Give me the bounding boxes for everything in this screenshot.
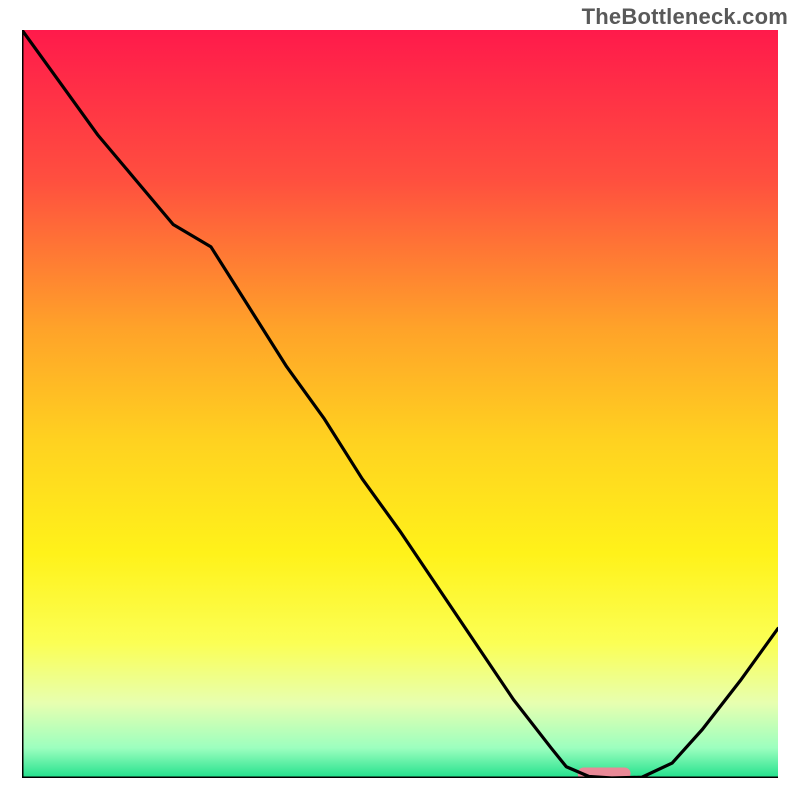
- chart-svg: [22, 30, 778, 778]
- plot-area: [22, 30, 778, 778]
- chart-container: TheBottleneck.com: [0, 0, 800, 800]
- watermark-text: TheBottleneck.com: [582, 4, 788, 30]
- gradient-background: [22, 30, 778, 778]
